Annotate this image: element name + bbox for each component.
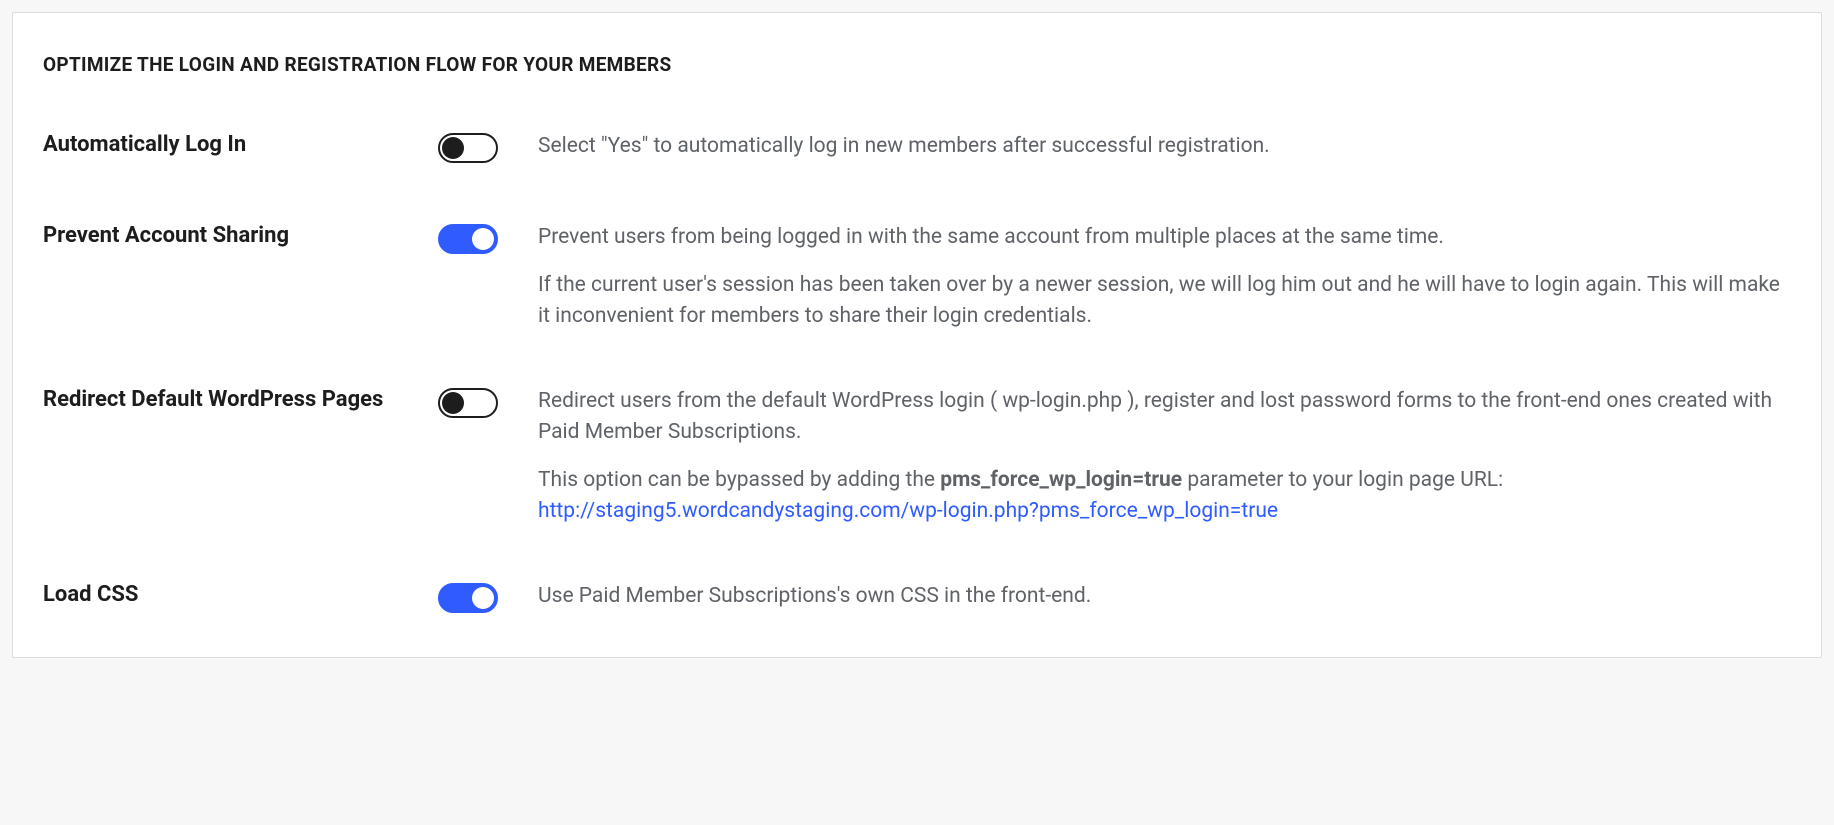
- toggle-knob: [472, 587, 494, 609]
- auto-login-desc: Select "Yes" to automatically log in new…: [538, 131, 1791, 161]
- prevent-sharing-toggle[interactable]: [438, 224, 498, 254]
- setting-label-col: Prevent Account Sharing: [43, 222, 438, 251]
- setting-label-col: Load CSS: [43, 581, 438, 610]
- auto-login-toggle[interactable]: [438, 133, 498, 163]
- redirect-wp-toggle[interactable]: [438, 388, 498, 418]
- redirect-wp-param: pms_force_wp_login=true: [940, 468, 1182, 492]
- redirect-wp-desc2-prefix: This option can be bypassed by adding th…: [538, 468, 940, 492]
- setting-toggle-col: [438, 386, 538, 422]
- setting-toggle-col: [438, 131, 538, 167]
- setting-label-col: Redirect Default WordPress Pages: [43, 386, 438, 415]
- setting-toggle-col: [438, 222, 538, 258]
- setting-row-load-css: Load CSS Use Paid Member Subscriptions's…: [43, 581, 1791, 617]
- redirect-wp-link[interactable]: http://staging5.wordcandystaging.com/wp-…: [538, 499, 1278, 523]
- setting-label-col: Automatically Log In: [43, 131, 438, 160]
- prevent-sharing-desc1: Prevent users from being logged in with …: [538, 222, 1791, 252]
- section-heading: OPTIMIZE THE LOGIN AND REGISTRATION FLOW…: [43, 53, 1791, 76]
- redirect-wp-desc2-middle: parameter to your login page URL:: [1182, 468, 1503, 492]
- prevent-sharing-desc2: If the current user's session has been t…: [538, 270, 1791, 331]
- toggle-knob: [472, 228, 494, 250]
- redirect-wp-desc2: This option can be bypassed by adding th…: [538, 465, 1791, 526]
- toggle-knob: [442, 392, 464, 414]
- auto-login-label: Automatically Log In: [43, 131, 418, 160]
- toggle-knob: [442, 137, 464, 159]
- setting-row-auto-login: Automatically Log In Select "Yes" to aut…: [43, 131, 1791, 167]
- setting-desc-col: Select "Yes" to automatically log in new…: [538, 131, 1791, 161]
- setting-desc-col: Redirect users from the default WordPres…: [538, 386, 1791, 526]
- redirect-wp-label: Redirect Default WordPress Pages: [43, 386, 418, 415]
- setting-row-prevent-sharing: Prevent Account Sharing Prevent users fr…: [43, 222, 1791, 331]
- redirect-wp-desc1: Redirect users from the default WordPres…: [538, 386, 1791, 447]
- setting-row-redirect-wp: Redirect Default WordPress Pages Redirec…: [43, 386, 1791, 526]
- load-css-label: Load CSS: [43, 581, 418, 610]
- settings-panel: OPTIMIZE THE LOGIN AND REGISTRATION FLOW…: [12, 12, 1822, 658]
- load-css-desc: Use Paid Member Subscriptions's own CSS …: [538, 581, 1791, 611]
- setting-desc-col: Use Paid Member Subscriptions's own CSS …: [538, 581, 1791, 611]
- setting-toggle-col: [438, 581, 538, 617]
- load-css-toggle[interactable]: [438, 583, 498, 613]
- prevent-sharing-label: Prevent Account Sharing: [43, 222, 418, 251]
- setting-desc-col: Prevent users from being logged in with …: [538, 222, 1791, 331]
